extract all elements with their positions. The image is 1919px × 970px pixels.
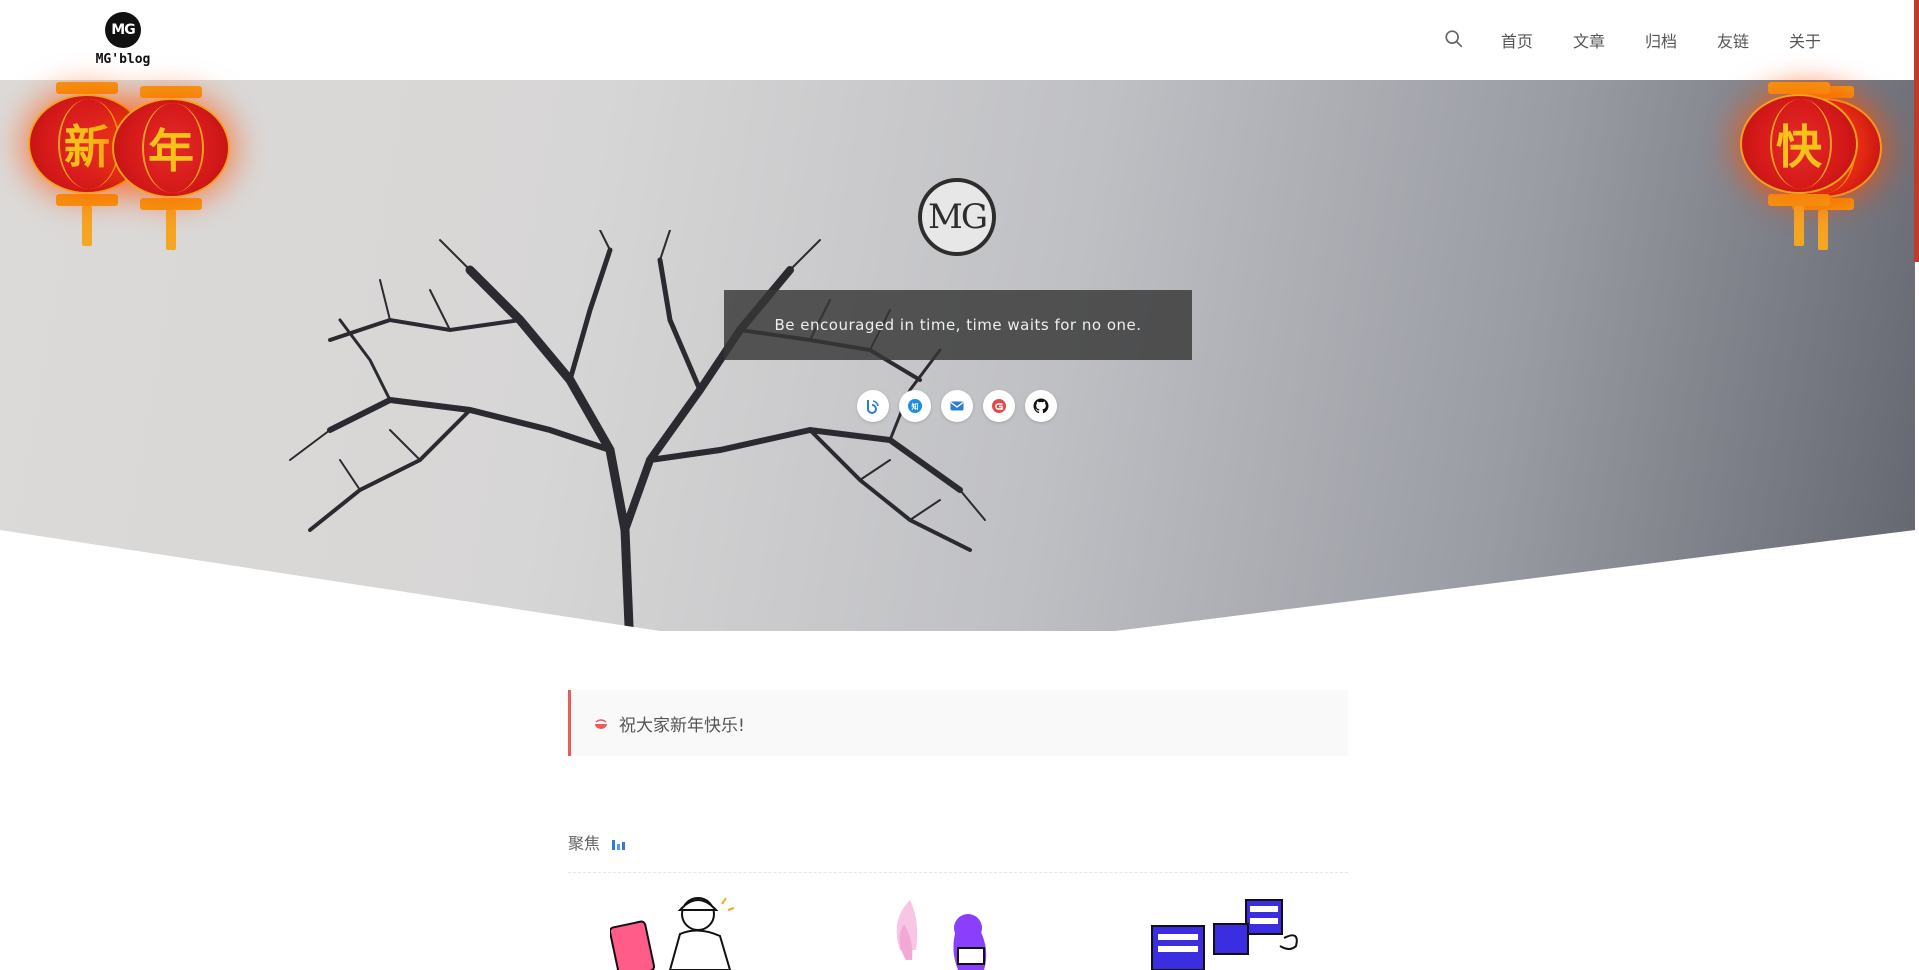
lantern-body: 年 [112,98,230,198]
logo-badge: MG [105,12,141,48]
hero-banner: MG Be encouraged in time, time waits for… [0,80,1915,631]
svg-text:知: 知 [911,402,919,411]
lantern-char: 快 [1776,120,1822,174]
lantern-tassel [1794,206,1804,246]
section-divider [568,872,1348,873]
lantern-body: 快 [1740,94,1858,194]
announcement-box: 祝大家新年快乐! [568,690,1348,756]
nav-friend-links[interactable]: 友链 [1717,28,1749,52]
github-icon[interactable] [1025,390,1057,422]
zhihu-icon[interactable]: 知 [899,390,931,422]
lantern-char: 年 [148,124,194,178]
lantern-cap [140,198,202,210]
search-icon[interactable] [1443,28,1467,52]
scroll-indicator[interactable] [1914,0,1919,262]
bar-chart-icon [612,840,626,850]
focus-title-text: 聚焦 [568,834,601,853]
social-links: 知 [857,390,1067,422]
gitee-icon[interactable] [983,390,1015,422]
card-illustration-courier[interactable] [610,890,790,970]
lantern-cap [140,86,202,98]
lantern-tassel [166,210,176,250]
top-nav-bar: MG MG'blog 首页 文章 归档 友链 关于 [0,0,1919,80]
site-logo[interactable]: MG MG'blog [88,12,158,67]
section-title-focus: 聚焦 [568,830,628,854]
email-icon[interactable] [941,390,973,422]
announcement-icon [595,719,607,729]
card-illustration-servers[interactable] [1150,890,1310,970]
nav-articles[interactable]: 文章 [1573,28,1605,52]
blog-icon[interactable] [857,390,889,422]
announcement-text: 祝大家新年快乐! [619,715,745,736]
lantern-cap [56,194,118,206]
logo-text: MG'blog [95,52,151,67]
lantern-cap [1768,194,1830,206]
lantern-left-2: 年 [112,86,230,250]
lantern-cap [56,82,118,94]
nav-home[interactable]: 首页 [1501,28,1533,52]
main-nav: 首页 文章 归档 友链 关于 [1443,28,1821,52]
lantern-right-1: 快 [1740,82,1858,246]
lantern-tassel [82,206,92,246]
lantern-char: 新 [64,120,110,174]
card-illustration-reader[interactable] [880,890,1020,970]
nav-about[interactable]: 关于 [1789,28,1821,52]
avatar[interactable]: MG [918,178,996,256]
motto: Be encouraged in time, time waits for no… [724,290,1192,360]
nav-archive[interactable]: 归档 [1645,28,1677,52]
lantern-cap [1768,82,1830,94]
